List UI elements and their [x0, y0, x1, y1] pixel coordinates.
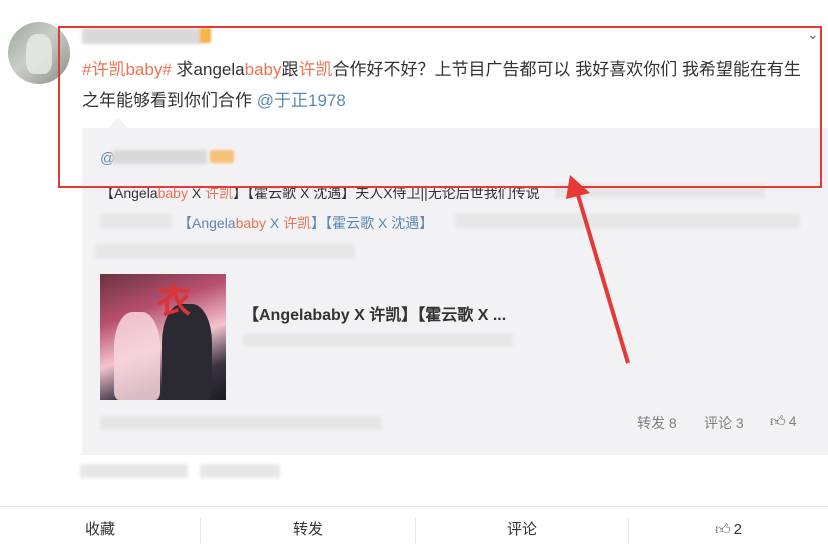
chevron-down-icon[interactable]: ⌄	[807, 26, 819, 43]
username-redacted[interactable]	[82, 28, 202, 44]
quoted-text-line: 【Angelababy X 许凯】【霍云歌 X 沈遇】夫人X侍卫||无论后世我们…	[100, 185, 540, 201]
video-card[interactable]: 衣 【Angelababy X 许凯】【霍云歌 X ...	[100, 274, 820, 400]
video-card-subtitle-redacted	[243, 334, 513, 346]
video-thumbnail[interactable]: 衣	[100, 274, 226, 400]
topic-hashtag[interactable]: #许凯baby#	[82, 60, 172, 79]
post-meta-redacted	[200, 464, 280, 478]
forward-button[interactable]: 转发	[201, 507, 415, 552]
thumbs-up-icon: 👍︎	[770, 413, 786, 430]
quoted-text-redacted	[100, 214, 172, 228]
quoted-user-badge-icon	[210, 150, 234, 163]
like-button[interactable]: 👍︎ 2	[629, 507, 828, 552]
action-bar: 收藏 转发 评论 👍︎ 2	[0, 507, 828, 552]
post-meta-redacted	[80, 464, 188, 478]
quoted-text-redacted	[95, 244, 355, 258]
quoted-username-redacted[interactable]	[112, 150, 207, 164]
thumbs-up-icon: 👍︎	[714, 521, 731, 538]
annotation-arrow	[566, 175, 630, 364]
user-avatar[interactable]	[8, 22, 70, 84]
quoted-topic-links[interactable]: 【Angelababy X 许凯】【霍云歌 X 沈遇】	[178, 213, 433, 233]
quoted-post-meta-redacted	[100, 416, 382, 430]
post-text: #许凯baby# 求angelababy跟许凯合作好不好？上节目广告都可以 我好…	[82, 60, 801, 110]
quoted-forward-count[interactable]: 转发 8	[637, 413, 677, 433]
video-card-title[interactable]: 【Angelababy X 许凯】【霍云歌 X ...	[243, 301, 506, 325]
quote-pointer	[108, 118, 128, 128]
collect-button[interactable]: 收藏	[0, 507, 200, 552]
user-badge-icon	[200, 28, 211, 43]
quoted-comment-count[interactable]: 评论 3	[704, 413, 744, 433]
comment-button[interactable]: 评论	[416, 507, 628, 552]
quoted-like-button[interactable]: 👍︎ 4	[770, 413, 796, 431]
mention-link[interactable]: @于正1978	[257, 91, 346, 110]
